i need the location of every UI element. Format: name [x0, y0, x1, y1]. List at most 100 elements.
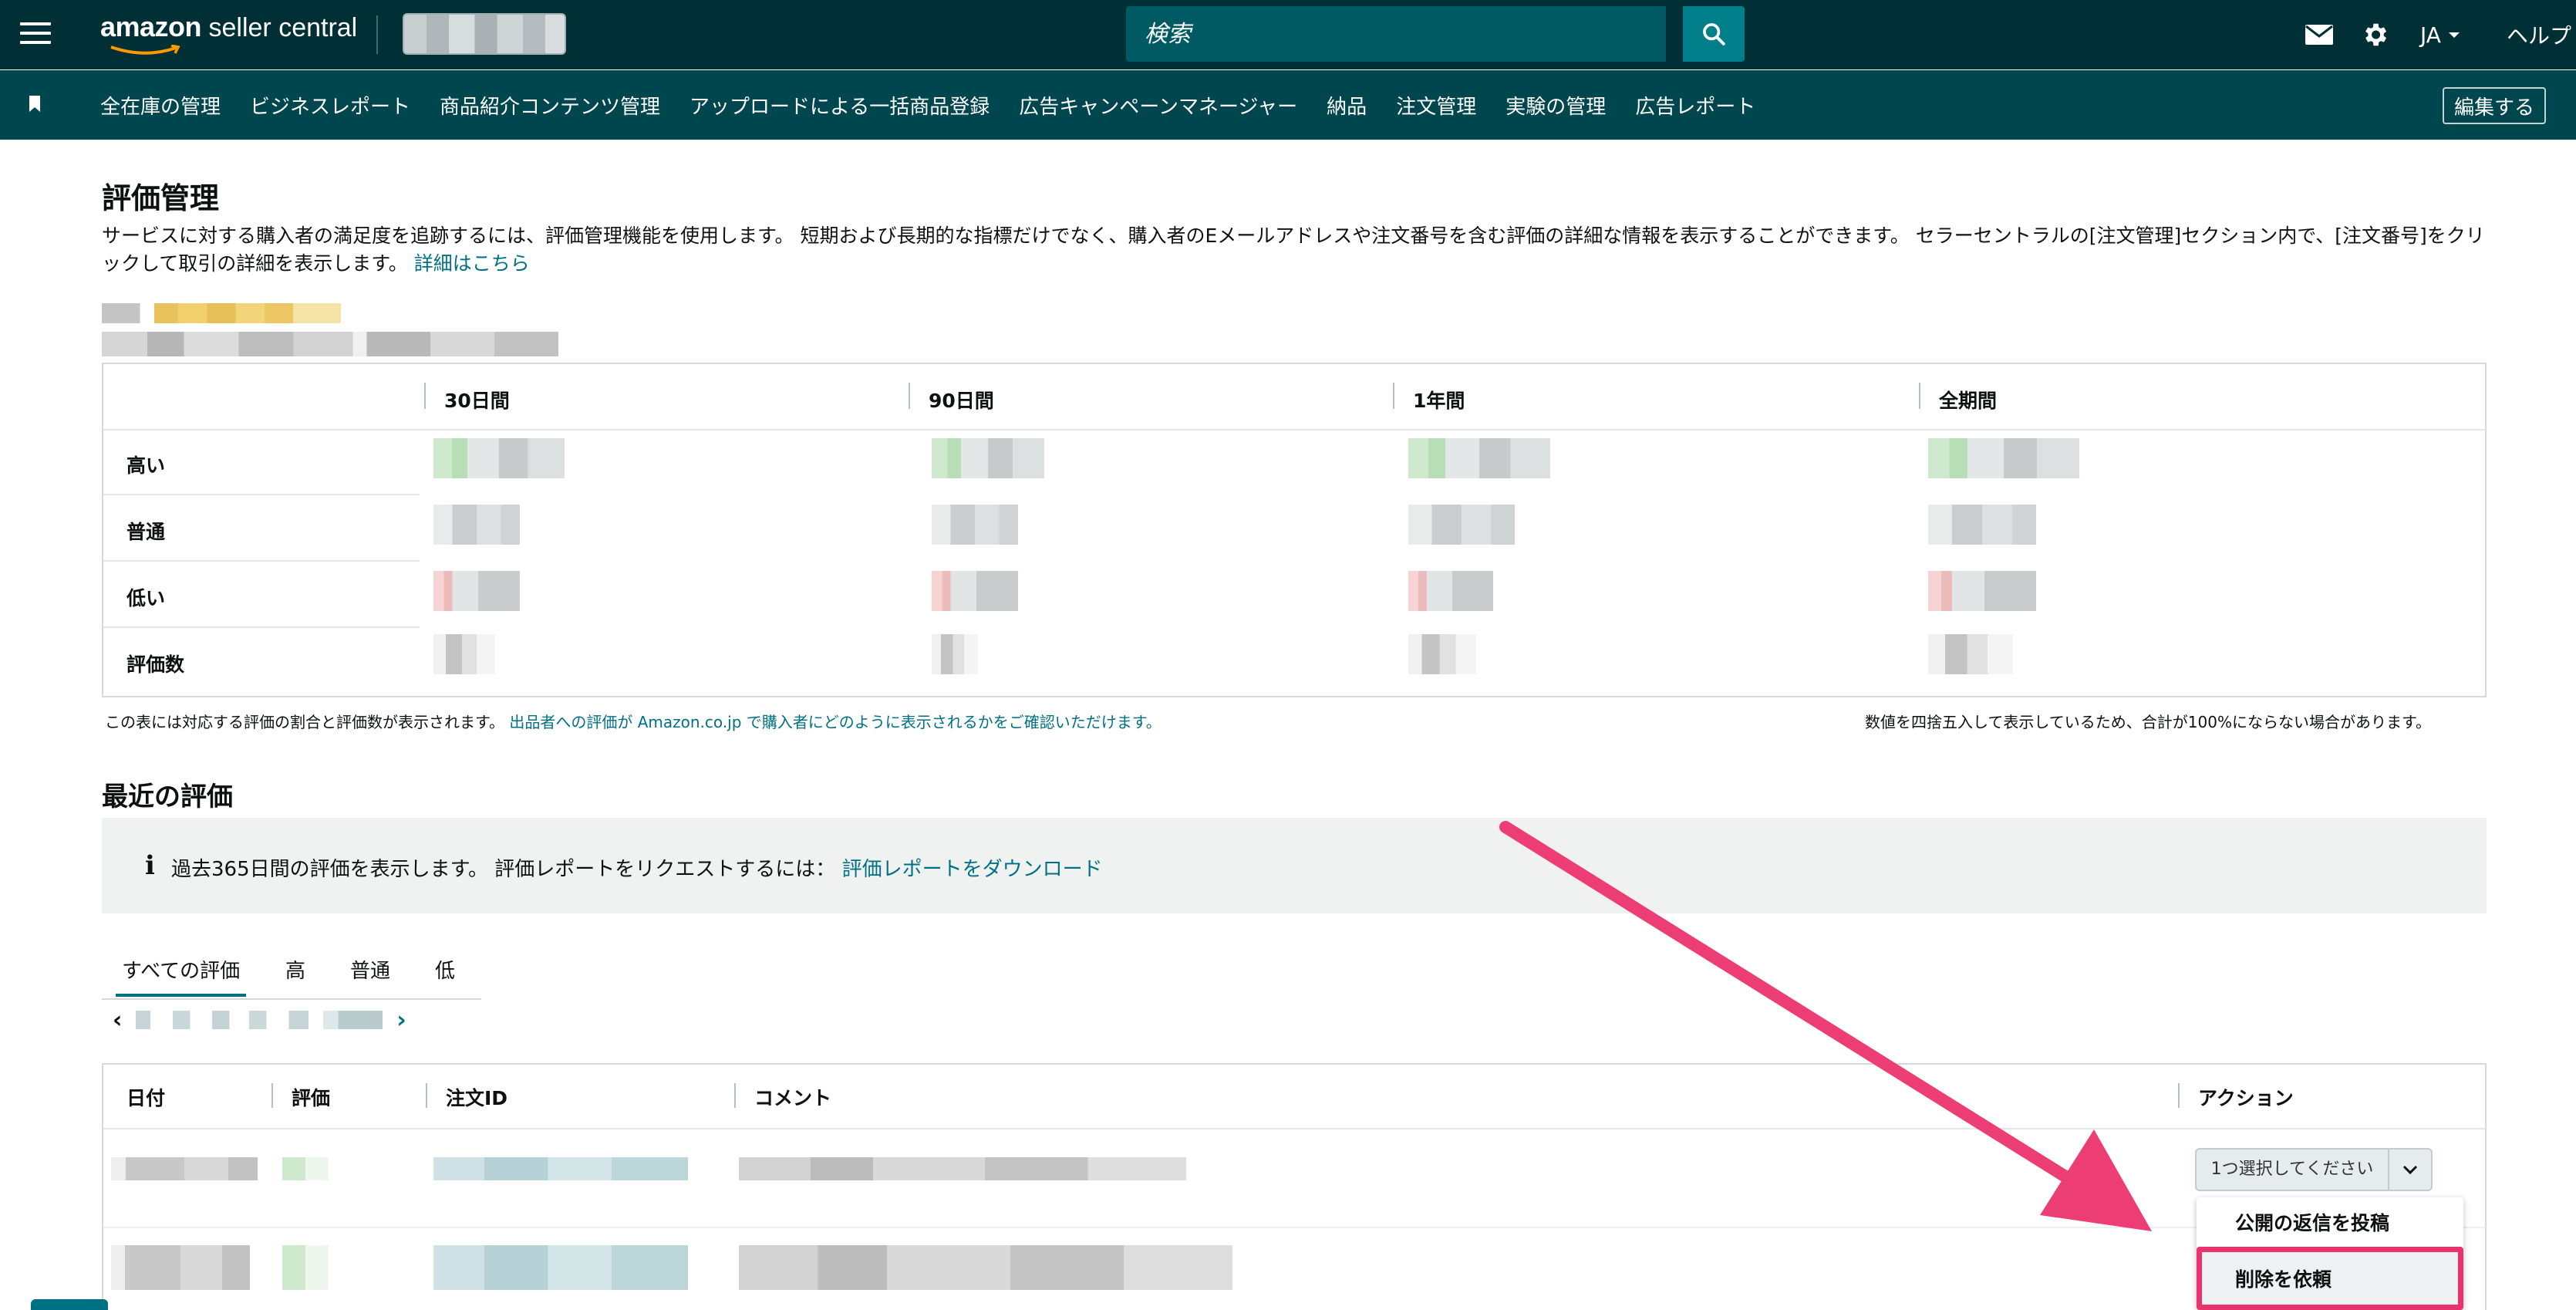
- info-text: 過去365日間の評価を表示します。 評価レポートをリクエストするには：: [171, 858, 836, 881]
- amazon-seller-central-logo[interactable]: amazon seller central: [100, 11, 358, 55]
- rating-redacted: [282, 1157, 329, 1180]
- row-positive: 高い: [126, 454, 166, 477]
- nav-item-inventory[interactable]: 全在庫の管理: [100, 91, 221, 120]
- chevron-right-icon[interactable]: ›: [396, 1007, 406, 1034]
- seller-info-redacted: [102, 332, 558, 356]
- col-comment: コメント: [733, 1083, 831, 1111]
- seller-rating-redacted: [102, 303, 341, 323]
- language-selector[interactable]: JA: [2420, 0, 2461, 69]
- feedback-tab[interactable]: [31, 1299, 108, 1310]
- date-redacted: [111, 1157, 258, 1180]
- post-public-reply-option[interactable]: 公開の返信を投稿: [2197, 1197, 2463, 1247]
- smile-icon: [110, 45, 180, 55]
- help-label: ヘルプ: [2507, 23, 2572, 49]
- download-report-link[interactable]: 評価レポートをダウンロード: [842, 858, 1103, 881]
- col-action: アクション: [2178, 1083, 2294, 1111]
- search-button[interactable]: [1683, 6, 1745, 62]
- row-neutral: 普通: [126, 521, 166, 543]
- action-dropdown-menu: 公開の返信を投稿 削除を依頼: [2197, 1197, 2463, 1310]
- tab-positive[interactable]: 高: [285, 955, 305, 984]
- edit-nav-button[interactable]: 編集する: [2443, 87, 2546, 124]
- summary-note-text: この表には対応する評価の割合と評価数が表示されます。: [105, 713, 504, 731]
- chevron-down-icon[interactable]: [2389, 1164, 2431, 1175]
- search-input[interactable]: [1126, 6, 1666, 62]
- cell-redacted: [1408, 634, 1476, 674]
- nav-item-a-plus-content[interactable]: 商品紹介コンテンツ管理: [440, 91, 660, 120]
- feedback-table-header: 日付 評価 注文ID コメント アクション: [103, 1065, 2485, 1129]
- cell-redacted: [932, 634, 978, 674]
- summary-note: この表には対応する評価の割合と評価数が表示されます。 出品者への評価が Amaz…: [105, 710, 1162, 732]
- nav-item-ad-reports[interactable]: 広告レポート: [1635, 91, 1755, 120]
- chevron-left-icon[interactable]: ‹: [113, 1007, 122, 1034]
- gear-icon[interactable]: [2360, 0, 2391, 69]
- store-name-redacted[interactable]: [403, 13, 566, 55]
- cell-redacted: [932, 571, 1018, 611]
- row-divider: [103, 1227, 2485, 1228]
- logo-rest: seller central: [201, 13, 358, 42]
- col-1-year: 1年間: [1393, 383, 1465, 414]
- cell-redacted: [433, 505, 520, 545]
- search-box: [1126, 6, 1666, 62]
- help-link[interactable]: ヘルプ: [2507, 0, 2571, 69]
- info-banner-text: 過去365日間の評価を表示します。 評価レポートをリクエストするには： 評価レポ…: [171, 853, 1103, 882]
- recent-feedback-title: 最近の評価: [102, 782, 233, 812]
- info-icon: i: [145, 850, 155, 881]
- cell-redacted: [932, 438, 1044, 478]
- col-date: 日付: [126, 1087, 166, 1109]
- cell-redacted: [932, 505, 1018, 545]
- nav-item-shipments[interactable]: 納品: [1327, 91, 1367, 120]
- caret-down-icon: [2448, 32, 2460, 38]
- request-removal-option[interactable]: 削除を依頼: [2197, 1247, 2463, 1310]
- cell-redacted: [1408, 438, 1550, 478]
- col-rating: 評価: [271, 1083, 330, 1111]
- cell-redacted: [1928, 505, 2036, 545]
- action-select[interactable]: 1つ選択してください: [2195, 1148, 2433, 1191]
- comment-redacted: [739, 1245, 1232, 1290]
- cell-redacted: [1408, 505, 1515, 545]
- order-id-redacted[interactable]: [433, 1157, 688, 1180]
- col-30-days: 30日間: [424, 383, 510, 414]
- tab-negative[interactable]: 低: [435, 955, 455, 984]
- display-info-link[interactable]: 出品者への評価が Amazon.co.jp で購入者にどのように表示されるかをご…: [509, 713, 1161, 731]
- rating-tabs: すべての評価 高 普通 低: [102, 941, 481, 1000]
- row-divider: [103, 560, 420, 562]
- bookmark-icon[interactable]: [28, 95, 42, 113]
- recent-feedback-table: 日付 評価 注文ID コメント アクション: [102, 1063, 2487, 1310]
- tab-neutral[interactable]: 普通: [350, 955, 390, 984]
- row-count: 評価数: [126, 653, 185, 676]
- info-banner: i 過去365日間の評価を表示します。 評価レポートをリクエストするには： 評価…: [102, 818, 2487, 913]
- logo-word: amazon: [100, 11, 202, 42]
- cell-redacted: [1928, 634, 2013, 674]
- summary-header: 30日間 90日間 1年間 全期間: [103, 364, 2485, 430]
- date-redacted: [111, 1245, 250, 1290]
- nav-item-experiments[interactable]: 実験の管理: [1505, 91, 1606, 120]
- col-90-days: 90日間: [909, 383, 994, 414]
- comment-redacted: [739, 1157, 1186, 1180]
- pagination: ‹ ›: [113, 1004, 406, 1035]
- cell-redacted: [1928, 571, 2036, 611]
- logo-divider: [376, 15, 378, 54]
- rounding-note: 数値を四捨五入して表示しているため、合計が100%にならない場合があります。: [1865, 713, 2431, 731]
- page-title: 評価管理: [102, 181, 220, 215]
- nav-item-business-reports[interactable]: ビジネスレポート: [250, 91, 410, 120]
- mail-icon[interactable]: [2305, 0, 2335, 69]
- hamburger-menu-icon[interactable]: [20, 22, 51, 46]
- learn-more-link[interactable]: 詳細はこちら: [414, 252, 530, 275]
- cell-redacted: [433, 634, 495, 674]
- nav-item-bulk-upload[interactable]: アップロードによる一括商品登録: [690, 91, 990, 120]
- col-lifetime: 全期間: [1919, 383, 1997, 414]
- nav-item-orders[interactable]: 注文管理: [1396, 91, 1476, 120]
- language-label: JA: [2420, 22, 2441, 48]
- row-negative: 低い: [126, 587, 166, 609]
- top-bar: amazon seller central JA ヘルプ: [0, 0, 2576, 69]
- order-id-redacted[interactable]: [433, 1245, 688, 1290]
- cell-redacted: [1928, 438, 2079, 478]
- nav-item-campaign-manager[interactable]: 広告キャンペーンマネージャー: [1019, 91, 1297, 120]
- rating-redacted: [282, 1245, 329, 1290]
- search-icon: [1703, 23, 1725, 46]
- tab-all-ratings[interactable]: すべての評価: [115, 955, 247, 997]
- row-divider: [103, 494, 420, 495]
- pagination-redacted: [136, 1011, 383, 1029]
- col-order-id: 注文ID: [425, 1083, 507, 1111]
- cell-redacted: [433, 438, 565, 478]
